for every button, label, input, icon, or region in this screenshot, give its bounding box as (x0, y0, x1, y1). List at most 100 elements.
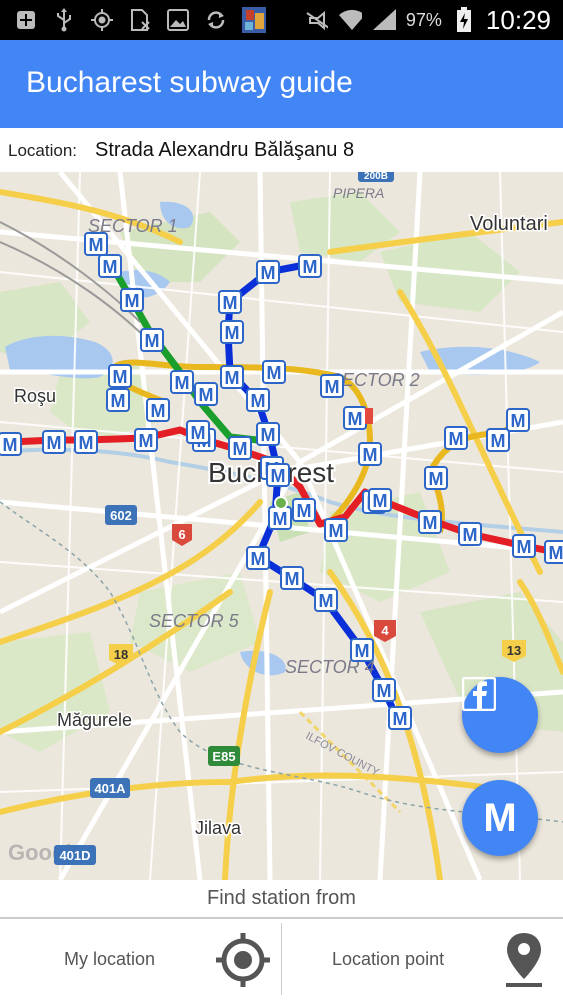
svg-text:401D: 401D (59, 848, 90, 863)
metro-station-marker[interactable]: M (388, 706, 412, 730)
metro-station-marker[interactable]: M (146, 398, 170, 422)
svg-text:M: M (225, 323, 240, 343)
label-voluntari: Voluntari (470, 213, 548, 235)
add-icon (14, 8, 38, 32)
metro-station-marker[interactable]: M (280, 566, 304, 590)
metro-station-marker[interactable]: M (512, 534, 536, 558)
svg-text:M: M (348, 409, 363, 429)
svg-text:M: M (223, 293, 238, 313)
location-bar: Location: Strada Alexandru Bălăşanu 8 (0, 128, 563, 173)
metro-station-marker[interactable]: M (186, 420, 210, 444)
metro-station-marker[interactable]: M (120, 288, 144, 312)
metro-station-marker[interactable]: M (194, 382, 218, 406)
svg-text:6: 6 (178, 527, 185, 542)
metro-station-marker[interactable]: M (314, 588, 338, 612)
svg-text:M: M (145, 331, 160, 351)
find-station-label: Find station from (207, 887, 356, 909)
metro-station-marker[interactable]: M (350, 638, 374, 662)
svg-text:M: M (491, 431, 506, 451)
svg-text:M: M (267, 363, 282, 383)
metro-map-button[interactable]: M (462, 780, 538, 856)
metro-station-marker[interactable]: M (324, 518, 348, 542)
metro-station-marker[interactable]: M (458, 522, 482, 546)
svg-text:M: M (175, 373, 190, 393)
label-pipera: PIPERA (333, 185, 384, 201)
metro-station-marker[interactable]: M (368, 488, 392, 512)
road-shield-602: 602 (105, 505, 137, 525)
svg-text:602: 602 (110, 508, 132, 523)
app-title: Bucharest subway guide (26, 66, 353, 99)
metro-station-marker[interactable]: M (134, 428, 158, 452)
metro-station-marker[interactable]: M (544, 540, 563, 564)
svg-text:M: M (273, 509, 288, 529)
metro-station-marker[interactable]: M (170, 370, 194, 394)
svg-text:M: M (125, 291, 140, 311)
location-point-button[interactable]: Location point (282, 919, 563, 1000)
find-station-header: Find station from (0, 880, 563, 919)
mute-icon (304, 8, 328, 32)
svg-text:M: M (113, 367, 128, 387)
svg-text:M: M (251, 549, 266, 569)
metro-station-marker[interactable]: M (372, 678, 396, 702)
metro-station-marker[interactable]: M (262, 360, 286, 384)
subway-map[interactable]: SECTOR 1 SECTOR 2 SECTOR 4 SECTOR 5 Buch… (0, 172, 563, 880)
metro-station-marker[interactable]: M (268, 506, 292, 530)
metro-station-marker[interactable]: M (256, 422, 280, 446)
metro-station-marker[interactable]: M (0, 432, 22, 456)
metro-station-marker[interactable]: M (74, 430, 98, 454)
svg-text:E85: E85 (212, 749, 235, 764)
metro-station-marker[interactable]: M (246, 388, 270, 412)
sim-off-icon (128, 8, 152, 32)
svg-text:M: M (297, 501, 312, 521)
metro-station-marker[interactable]: M (218, 290, 242, 314)
wifi-icon (338, 8, 362, 32)
clock: 10:29 (485, 4, 551, 35)
metro-station-marker[interactable]: M (228, 436, 252, 460)
metro-station-marker[interactable]: M (298, 254, 322, 278)
svg-text:M: M (3, 435, 18, 455)
metro-station-marker[interactable]: M (246, 546, 270, 570)
metro-station-marker[interactable]: M (108, 364, 132, 388)
signal-icon (372, 8, 396, 32)
svg-text:200B: 200B (364, 172, 388, 182)
road-shield-401d: 401D (54, 845, 96, 865)
metro-station-marker[interactable]: M (140, 328, 164, 352)
metro-station-marker[interactable]: M (42, 430, 66, 454)
svg-text:M: M (271, 466, 286, 486)
metro-station-marker[interactable]: M (98, 254, 122, 278)
metro-station-marker[interactable]: M (266, 463, 290, 487)
svg-text:13: 13 (507, 643, 521, 658)
map-canvas[interactable]: SECTOR 1 SECTOR 2 SECTOR 4 SECTOR 5 Buch… (0, 172, 563, 880)
svg-text:M: M (89, 235, 104, 255)
svg-text:M: M (325, 377, 340, 397)
label-sector5: SECTOR 5 (149, 611, 240, 631)
svg-text:4: 4 (381, 623, 389, 638)
metro-station-marker[interactable]: M (320, 374, 344, 398)
metro-station-marker[interactable]: M (220, 320, 244, 344)
metro-station-marker[interactable]: M (424, 466, 448, 490)
svg-text:401A: 401A (94, 781, 126, 796)
location-value[interactable]: Strada Alexandru Bălăşanu 8 (95, 139, 354, 162)
metro-station-marker[interactable]: M (506, 408, 530, 432)
metro-station-marker[interactable]: M (486, 428, 510, 452)
metro-station-marker[interactable]: M (256, 260, 280, 284)
metro-station-marker[interactable]: M (106, 388, 130, 412)
svg-text:M: M (303, 257, 318, 277)
my-location-button[interactable]: My location (0, 919, 281, 1000)
svg-text:M: M (463, 525, 478, 545)
svg-text:M: M (429, 469, 444, 489)
metro-station-marker[interactable]: M (444, 426, 468, 450)
svg-text:M: M (251, 391, 266, 411)
svg-text:M: M (191, 423, 206, 443)
road-shield-401a: 401A (90, 778, 130, 798)
metro-station-marker[interactable]: M (292, 498, 316, 522)
crosshair-icon (216, 933, 270, 987)
metro-station-marker[interactable]: M (418, 510, 442, 534)
metro-station-marker[interactable]: M (220, 365, 244, 389)
metro-station-marker[interactable]: M (343, 406, 367, 430)
app-bar: Bucharest subway guide (0, 40, 563, 128)
facebook-button[interactable] (462, 677, 538, 753)
svg-text:M: M (329, 521, 344, 541)
metro-station-marker[interactable]: M (84, 232, 108, 256)
metro-station-marker[interactable]: M (358, 442, 382, 466)
